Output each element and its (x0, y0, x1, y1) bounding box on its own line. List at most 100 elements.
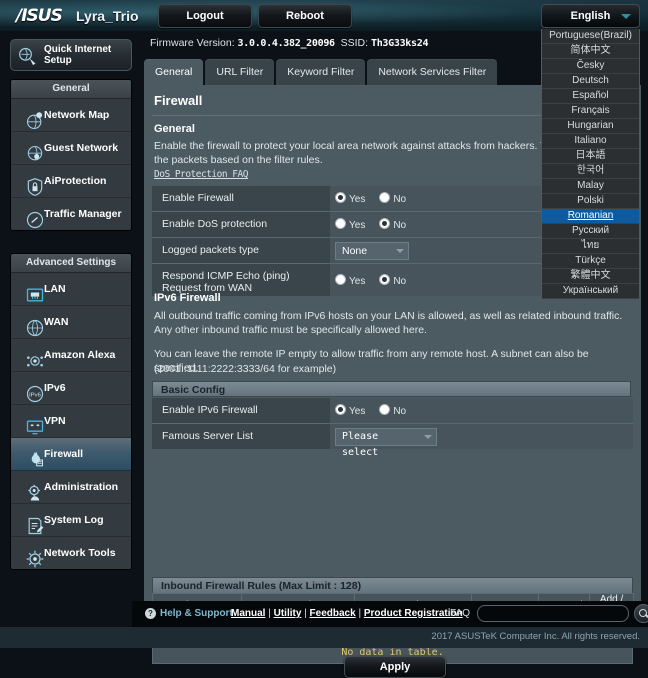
radio-label: Yes (349, 220, 366, 231)
language-option[interactable]: Український (542, 284, 639, 299)
alexa-icon (18, 345, 43, 367)
quick-setup-label: Quick Internet Setup (44, 44, 112, 66)
footer-links[interactable]: Manual | Utility | Feedback | Product Re… (231, 608, 463, 619)
language-option[interactable]: Malay (542, 179, 639, 194)
language-selector[interactable]: English Portuguese(Brazil) 简体中文 Česky Deuts… (541, 4, 640, 300)
setting-label-cell: Enable DoS protection (152, 212, 330, 237)
language-option[interactable]: Türkçe (542, 254, 639, 269)
radio-label: No (393, 406, 407, 417)
logout-button[interactable]: Logout (158, 4, 252, 28)
sidebar-group-general: General Network Map Guest Network AiProtect… (10, 79, 132, 231)
language-option[interactable]: Portuguese(Brazil) (542, 29, 639, 44)
sidebar-item-guest-network[interactable]: Guest Network (11, 132, 131, 165)
sidebar-item-wan[interactable]: WAN (11, 306, 131, 339)
radio-group[interactable]: Yes No (335, 404, 420, 417)
sidebar-group-title: General (11, 80, 131, 99)
radio-no[interactable]: No (379, 218, 406, 231)
language-option[interactable]: 한국어 (542, 164, 639, 179)
gauge-icon (18, 204, 44, 229)
setting-label: Enable IPv6 Firewall (162, 404, 258, 416)
dropdown-value: None (342, 245, 368, 257)
dropdown-select[interactable]: None (335, 242, 409, 260)
search-icon[interactable] (634, 604, 648, 623)
sidebar-item-traffic-manager[interactable]: Traffic Manager (11, 198, 131, 230)
radio-group[interactable]: Yes No (335, 218, 420, 231)
sidebar-item-label: LAN (44, 283, 66, 295)
question-mark-icon: ? (145, 608, 156, 619)
chevron-down-icon (621, 14, 631, 19)
sidebar-item-lan[interactable]: LAN (11, 273, 131, 306)
setting-control-cell: Please select (330, 424, 633, 458)
flame-icon (18, 444, 43, 467)
tab-keyword-filter[interactable]: Keyword Filter (276, 59, 366, 85)
language-options-list[interactable]: Portuguese(Brazil) 简体中文 Česky Deutsch Españo… (541, 29, 640, 300)
language-option[interactable]: Polski (542, 194, 639, 209)
dos-protection-faq-link[interactable]: DoS Protection FAQ (154, 169, 248, 180)
footer-link-product-registration[interactable]: Product Registration (364, 608, 463, 619)
language-option[interactable]: Romanian (542, 209, 639, 224)
basic-config-heading: Basic Config (152, 381, 631, 397)
sidebar-item-amazon-alexa[interactable]: Amazon Alexa (11, 339, 131, 372)
page-title: Firewall (154, 93, 203, 108)
quick-internet-setup-button[interactable]: Quick Internet Setup (10, 39, 132, 71)
language-option[interactable]: 简体中文 (542, 44, 639, 59)
dropdown-value: Please select (342, 431, 379, 458)
tab-bar[interactable]: General URL Filter Keyword Filter Network S… (144, 59, 499, 85)
language-option[interactable]: 日本語 (542, 149, 639, 164)
sidebar-item-ipv6[interactable]: IPv6 IPv6 (11, 372, 131, 405)
tab-network-services-filter[interactable]: Network Services Filter (367, 59, 498, 85)
router-model-name: Lyra_Trio (76, 8, 139, 24)
sidebar-item-label: Amazon Alexa (44, 349, 116, 361)
language-option[interactable]: Česky (542, 59, 639, 74)
radio-yes[interactable]: Yes (335, 218, 365, 231)
language-option[interactable]: Français (542, 104, 639, 119)
footer-link-feedback[interactable]: Feedback (310, 608, 356, 619)
radio-yes[interactable]: Yes (335, 274, 365, 287)
svg-text:IPv6: IPv6 (29, 393, 41, 399)
tab-url-filter[interactable]: URL Filter (205, 59, 275, 85)
language-option[interactable]: Italiano (542, 134, 639, 149)
language-selected-button[interactable]: English (541, 4, 640, 28)
dropdown-select[interactable]: Please select (335, 428, 437, 458)
radio-label: No (393, 194, 407, 205)
sidebar-item-network-map[interactable]: Network Map (11, 99, 131, 132)
sidebar-item-system-log[interactable]: System Log (11, 504, 131, 537)
radio-yes[interactable]: Yes (335, 192, 365, 205)
radio-label: Yes (349, 406, 366, 417)
radio-no[interactable]: No (379, 404, 406, 417)
link-separator: | (301, 608, 310, 619)
language-option[interactable]: Español (542, 89, 639, 104)
asus-logo: /ISUS (16, 6, 63, 26)
language-selected-label: English (570, 10, 611, 22)
language-option[interactable]: Русский (542, 224, 639, 239)
footer-link-utility[interactable]: Utility (274, 608, 302, 619)
footer-link-manual[interactable]: Manual (231, 608, 265, 619)
setting-control-cell: Yes No (330, 398, 633, 423)
language-option[interactable]: ไทย (542, 239, 639, 254)
radio-no[interactable]: No (379, 192, 406, 205)
language-option[interactable]: Deutsch (542, 74, 639, 89)
radio-dot-icon (379, 192, 391, 203)
radio-yes[interactable]: Yes (335, 404, 365, 417)
apply-button[interactable]: Apply (344, 656, 446, 678)
setting-label: Famous Server List (162, 430, 254, 442)
radio-no[interactable]: No (379, 274, 406, 287)
sidebar-item-administration[interactable]: Administration (11, 471, 131, 504)
radio-dot-icon (335, 274, 346, 285)
sidebar-item-aiprotection[interactable]: AiProtection (11, 165, 131, 198)
link-separator: | (355, 608, 364, 619)
radio-group[interactable]: Yes No (335, 274, 420, 287)
sidebar-item-network-tools[interactable]: Network Tools (11, 537, 131, 569)
language-option[interactable]: Hungarian (542, 119, 639, 134)
monitor-icon (18, 411, 44, 435)
sidebar-group-advanced: Advanced Settings LAN WAN Amazon Alexa IPv6 I… (10, 253, 132, 570)
faq-search-input[interactable] (477, 605, 629, 622)
sidebar-item-vpn[interactable]: VPN (11, 405, 131, 438)
language-option[interactable]: 繁體中文 (542, 269, 639, 284)
radio-group[interactable]: Yes No (335, 192, 420, 205)
reboot-button[interactable]: Reboot (258, 4, 352, 28)
faq-label: FAQ (450, 608, 471, 619)
tab-general[interactable]: General (144, 59, 204, 85)
sidebar-item-firewall[interactable]: Firewall (11, 438, 131, 471)
tools-gear-icon (18, 543, 44, 568)
